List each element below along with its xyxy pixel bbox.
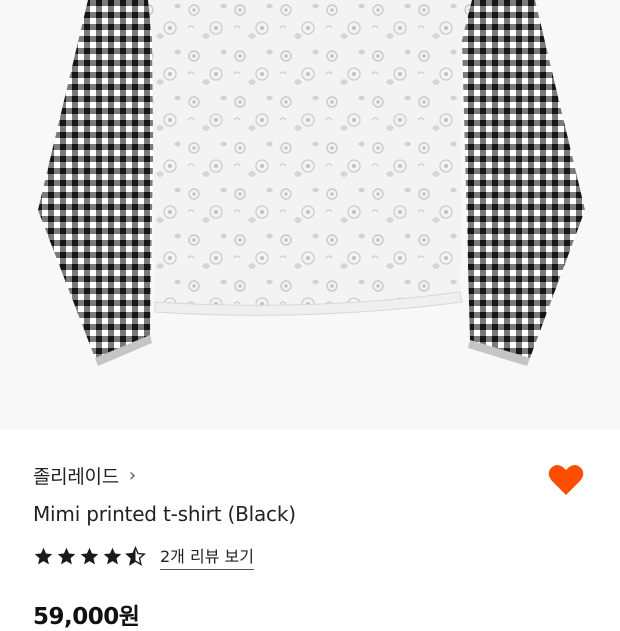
rating-stars (33, 546, 146, 567)
product-info: 졸리레이드 › Mimi printed t-shirt (Black) 2개 … (0, 430, 620, 630)
star-icon (80, 547, 99, 565)
heart-icon[interactable] (546, 460, 586, 500)
brand-name: 졸리레이드 (33, 466, 119, 488)
product-photo (0, 0, 620, 430)
chevron-right-icon: › (128, 464, 137, 486)
brand-link[interactable]: 졸리레이드 › (33, 462, 136, 489)
product-price: 59,000원 (33, 604, 140, 630)
review-link[interactable]: 2개 리뷰 보기 (160, 543, 254, 570)
star-icon (34, 547, 53, 565)
product-title: Mimi printed t-shirt (Black) (33, 502, 296, 526)
product-image[interactable] (0, 0, 620, 430)
star-icon (103, 547, 122, 565)
rating-row: 2개 리뷰 보기 (33, 543, 254, 570)
star-icon (57, 547, 76, 565)
half-star-icon (125, 546, 146, 566)
